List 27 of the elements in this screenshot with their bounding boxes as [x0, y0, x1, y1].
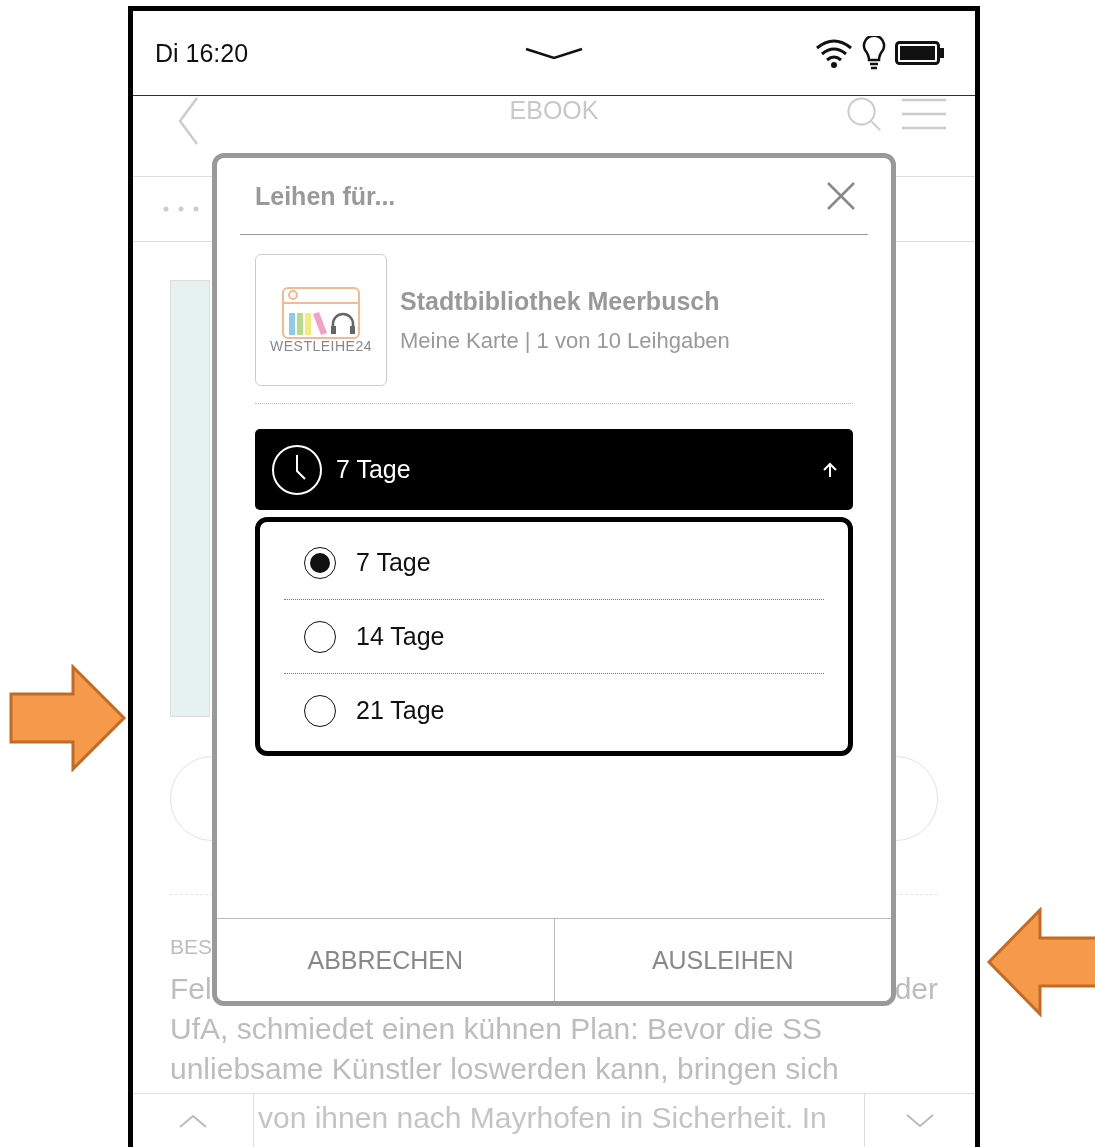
description-text: der	[894, 971, 938, 1007]
light-bulb-icon[interactable]	[861, 36, 887, 70]
right-pointing-arrow-icon	[9, 664, 127, 772]
option-label[interactable]: 14 Tage	[356, 622, 445, 651]
dialog-title: Leihen für...	[255, 181, 396, 211]
chevron-up-icon[interactable]	[179, 1114, 207, 1128]
arrow-up-icon	[823, 462, 837, 478]
library-name: Stadtbibliothek Meerbusch	[400, 286, 721, 316]
clock-time: Di 16:20	[155, 38, 249, 68]
close-icon[interactable]	[826, 181, 856, 211]
option-label[interactable]: 21 Tage	[356, 696, 445, 725]
chevron-down-icon[interactable]	[525, 46, 583, 60]
library-logo: WESTLEIHE24	[255, 254, 387, 386]
section-label: BES	[170, 935, 214, 959]
left-pointing-arrow-icon	[986, 907, 1095, 1017]
library-card-info: Meine Karte | 1 von 10 Leihgaben	[400, 327, 730, 354]
description-text: von ihnen nach Mayrhofen in Sicherheit. In	[258, 1101, 827, 1134]
battery-icon[interactable]	[895, 41, 945, 65]
clock-icon	[271, 443, 323, 496]
borrow-button[interactable]: AUSLEIHEN	[553, 919, 891, 1001]
wifi-icon[interactable]	[815, 38, 853, 68]
loan-duration-dropdown[interactable]: 7 Tage	[255, 429, 853, 510]
description-text: UfA, schmiedet einen kühnen Plan: Bevor die SS	[170, 1011, 824, 1047]
description-text: unliebsame Künstler loswerden kann, bringen sich	[170, 1051, 840, 1087]
description-text: Fel	[170, 971, 212, 1007]
option-label[interactable]: 7 Tage	[356, 548, 431, 577]
more-dots-icon[interactable]	[163, 206, 199, 212]
